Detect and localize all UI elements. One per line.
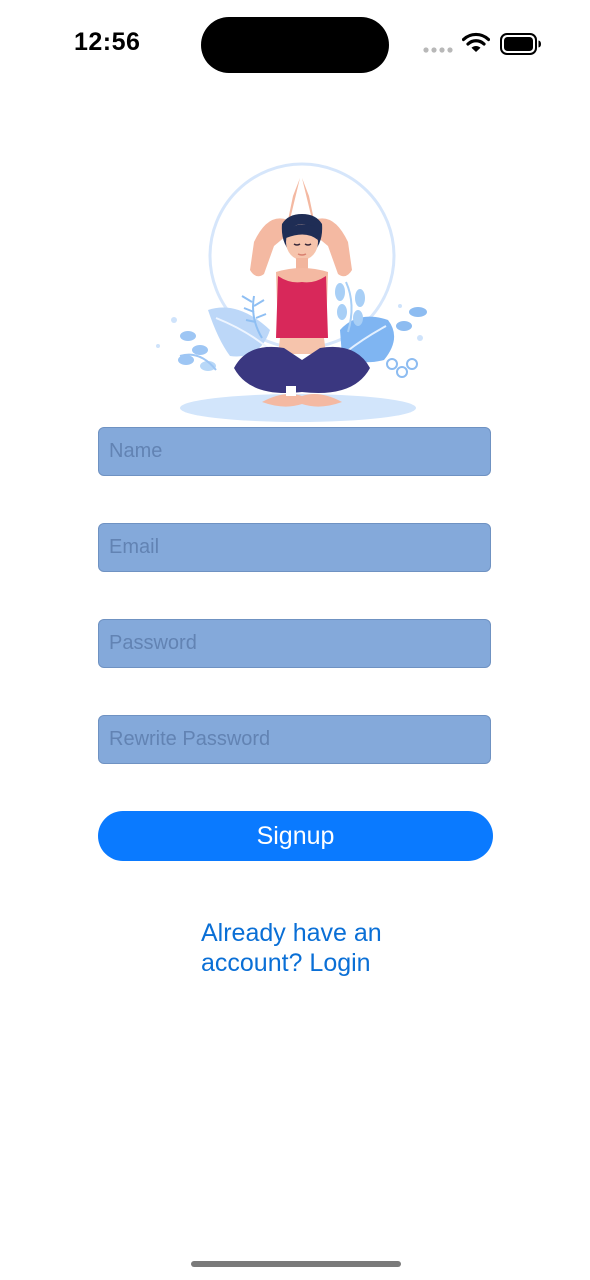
wifi-icon xyxy=(462,32,490,52)
password-input[interactable] xyxy=(98,619,491,668)
login-link-line-1: Already have an xyxy=(201,919,382,947)
dynamic-island xyxy=(201,17,389,73)
cellular-signal-icon xyxy=(423,47,453,53)
status-bar: 12:56 xyxy=(0,0,590,90)
status-time: 12:56 xyxy=(74,28,141,56)
rewrite-password-input[interactable] xyxy=(98,715,491,764)
email-input[interactable] xyxy=(98,523,491,572)
home-indicator[interactable] xyxy=(191,1261,401,1267)
name-input[interactable] xyxy=(98,427,491,476)
signup-button[interactable]: Signup xyxy=(98,811,493,861)
yoga-illustration xyxy=(156,162,427,422)
login-link-line-2: account? Login xyxy=(201,949,371,977)
login-link[interactable]: Already have an account? Login xyxy=(201,918,401,978)
battery-icon xyxy=(500,33,541,55)
